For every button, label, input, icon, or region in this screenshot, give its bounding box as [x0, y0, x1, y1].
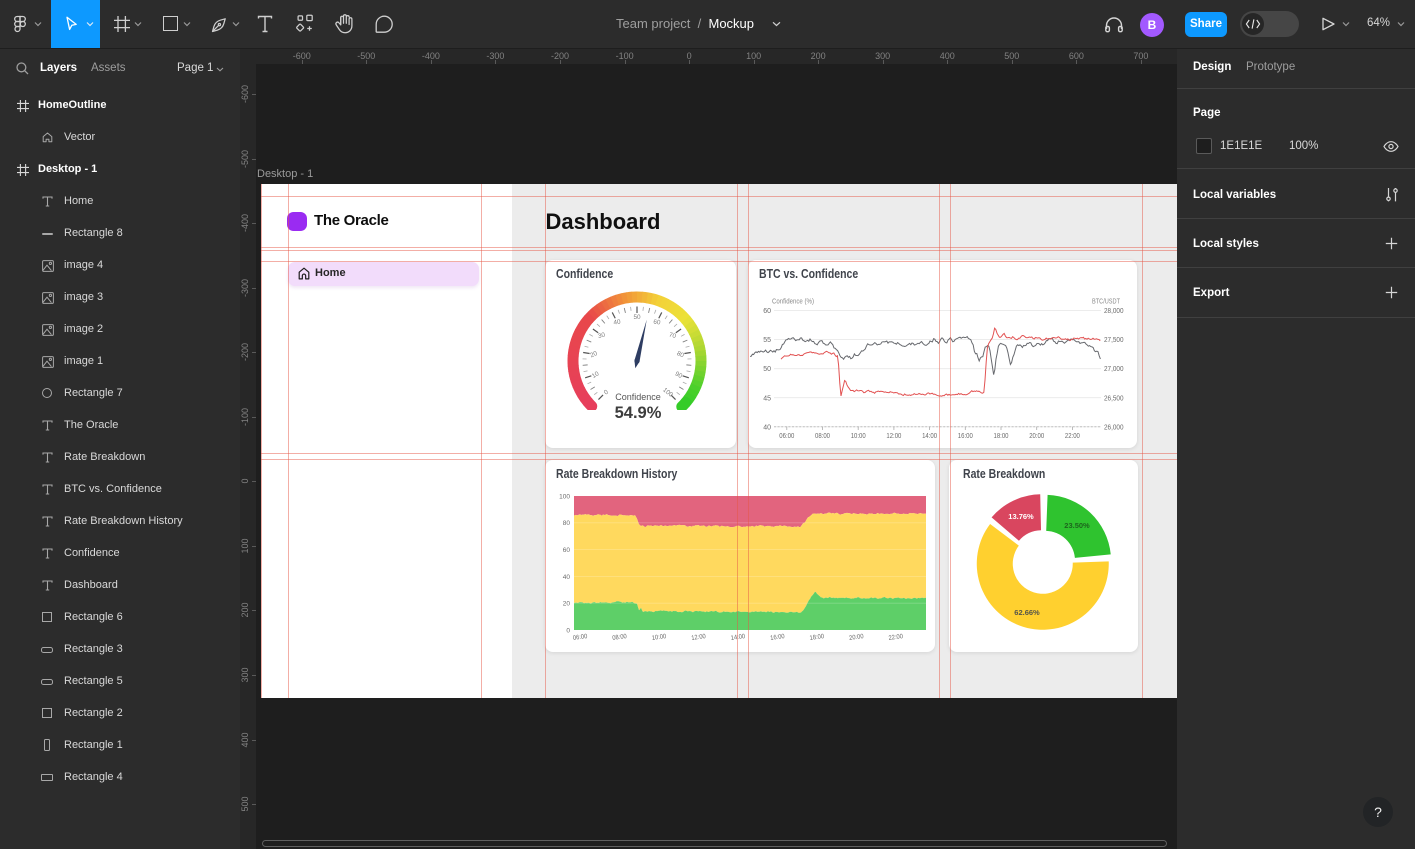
svg-text:Confidence (%): Confidence (%) [772, 296, 814, 305]
svg-text:BTC/USDT: BTC/USDT [1092, 296, 1120, 305]
svg-text:26,500: 26,500 [1104, 395, 1124, 402]
svg-text:18:00: 18:00 [994, 433, 1009, 440]
svg-text:100: 100 [559, 493, 570, 500]
svg-text:10: 10 [591, 370, 601, 380]
svg-text:20: 20 [563, 601, 571, 608]
svg-text:40: 40 [763, 424, 771, 431]
svg-text:27,000: 27,000 [1104, 366, 1124, 373]
svg-text:80: 80 [563, 520, 571, 527]
svg-text:23.50%: 23.50% [1064, 521, 1090, 530]
svg-text:26,000: 26,000 [1104, 424, 1124, 431]
svg-text:08:00: 08:00 [612, 633, 628, 642]
svg-text:50: 50 [633, 314, 641, 321]
svg-text:50: 50 [763, 366, 771, 373]
svg-text:22:00: 22:00 [1065, 433, 1080, 440]
svg-text:16:00: 16:00 [958, 433, 973, 440]
svg-text:60: 60 [563, 547, 571, 554]
svg-text:55: 55 [763, 337, 771, 344]
svg-text:28,000: 28,000 [1104, 308, 1124, 315]
svg-text:27,500: 27,500 [1104, 337, 1124, 344]
svg-text:06:00: 06:00 [573, 633, 589, 642]
svg-text:90: 90 [674, 370, 684, 380]
svg-text:13.76%: 13.76% [1008, 512, 1034, 521]
svg-text:80: 80 [676, 350, 686, 359]
svg-text:20:00: 20:00 [849, 633, 865, 642]
svg-text:60: 60 [763, 308, 771, 315]
svg-text:22:00: 22:00 [888, 633, 904, 642]
svg-text:62.66%: 62.66% [1014, 608, 1040, 617]
svg-text:0: 0 [566, 627, 570, 634]
svg-text:06:00: 06:00 [779, 433, 794, 440]
svg-text:70: 70 [668, 331, 677, 340]
svg-text:20:00: 20:00 [1029, 433, 1044, 440]
svg-text:18:00: 18:00 [809, 633, 825, 642]
svg-text:40: 40 [613, 318, 621, 326]
svg-text:45: 45 [763, 395, 771, 402]
svg-text:16:00: 16:00 [770, 633, 786, 642]
svg-text:30: 30 [597, 331, 606, 340]
svg-text:10:00: 10:00 [851, 433, 866, 440]
svg-text:60: 60 [653, 318, 661, 326]
svg-text:40: 40 [563, 574, 571, 581]
svg-text:20: 20 [589, 349, 599, 358]
svg-text:08:00: 08:00 [815, 433, 830, 440]
svg-text:10:00: 10:00 [651, 633, 667, 642]
svg-text:14:00: 14:00 [922, 433, 937, 440]
svg-text:12:00: 12:00 [691, 633, 707, 642]
svg-text:14:00: 14:00 [730, 633, 746, 642]
svg-text:12:00: 12:00 [886, 433, 901, 440]
